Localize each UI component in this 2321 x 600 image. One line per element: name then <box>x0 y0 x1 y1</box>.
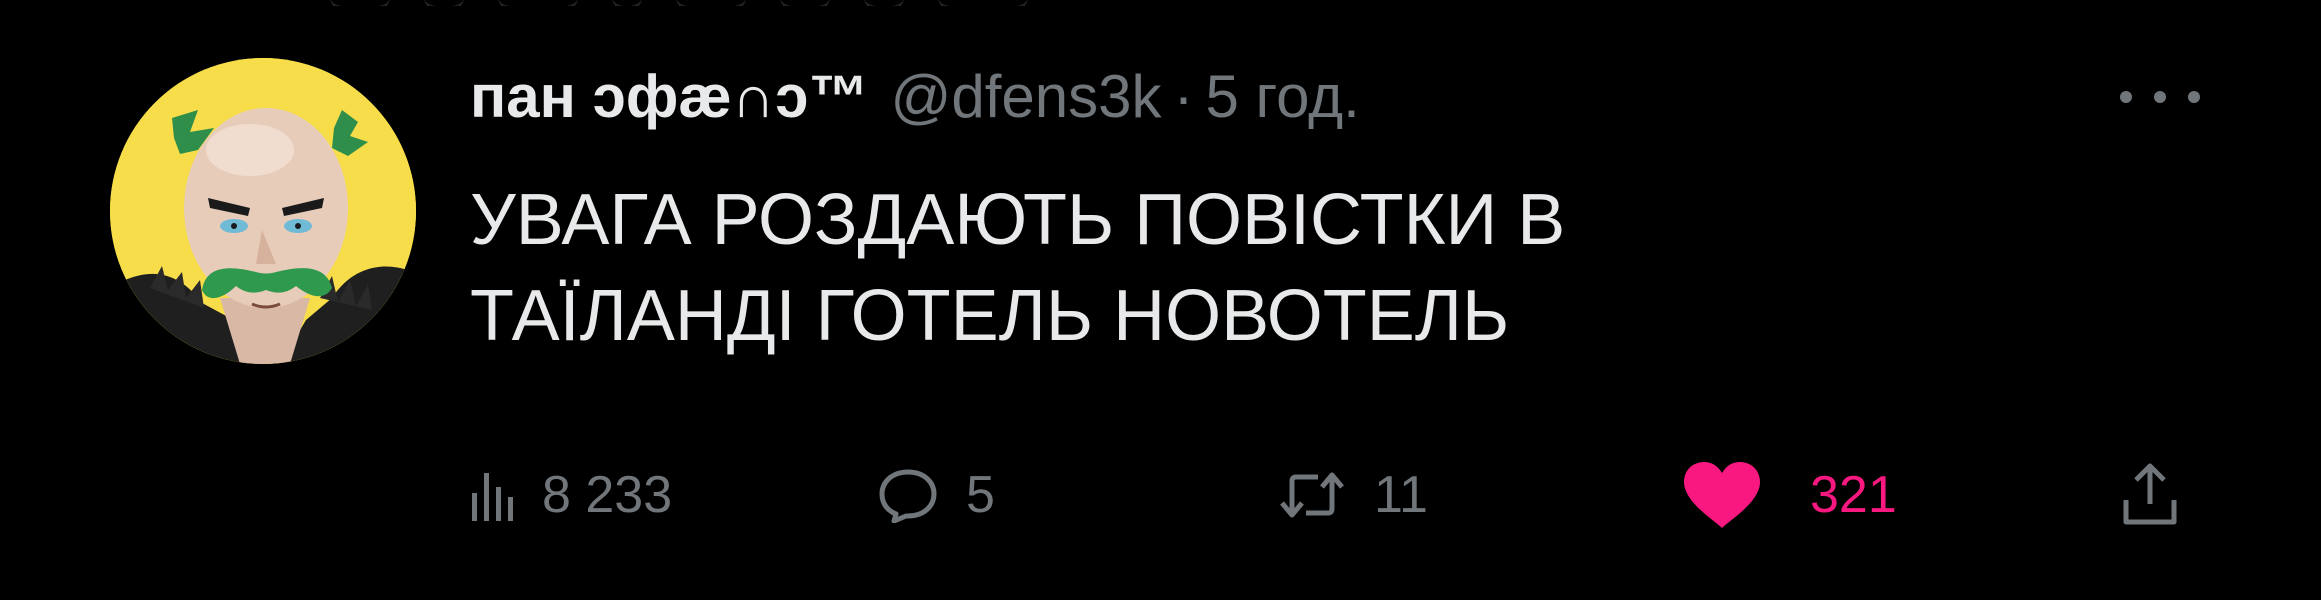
more-dots-icon <box>2188 91 2200 103</box>
avatar-illustration <box>110 58 416 364</box>
retweet-count: 11 <box>1374 466 1428 524</box>
views-button[interactable]: 8 233 <box>470 455 672 535</box>
more-options-button[interactable] <box>2120 82 2200 112</box>
author-display-name[interactable]: пан ↄфæ∩ↄ™ <box>470 62 868 132</box>
more-dots-icon <box>2154 91 2166 103</box>
reply-count: 5 <box>966 466 995 524</box>
tweet-text-line: УВАГА РОЗДАЮТЬ ПОВІСТКИ В <box>470 180 1566 260</box>
tweet-actions: 8 233 5 11 321 <box>470 455 2210 535</box>
tweet-header: пан ↄфæ∩ↄ™ @dfens3k · 5 год. <box>470 62 1360 132</box>
like-button[interactable]: 321 <box>1680 455 1897 535</box>
header-separator: · <box>1173 63 1194 130</box>
speech-bubble-icon <box>879 469 937 523</box>
share-button[interactable] <box>2120 455 2180 535</box>
share-upload-icon <box>2123 463 2177 525</box>
tweet-text: УВАГА РОЗДАЮТЬ ПОВІСТКИ В ТАЇЛАНДІ ГОТЕЛ… <box>470 172 1970 364</box>
author-handle[interactable]: @dfens3k <box>890 62 1161 132</box>
bar-chart-icon <box>472 473 513 521</box>
more-dots-icon <box>2120 91 2132 103</box>
tweet-timestamp[interactable]: 5 год. <box>1205 62 1359 132</box>
retweet-button[interactable]: 11 <box>1278 455 1428 535</box>
avatar[interactable] <box>110 58 416 364</box>
heart-filled-icon <box>1684 462 1760 528</box>
tweet-text-line: ТАЇЛАНДІ ГОТЕЛЬ НОВОТЕЛЬ <box>470 276 1510 356</box>
reply-button[interactable]: 5 <box>878 455 995 535</box>
tweet-card[interactable]: пан ↄфæ∩ↄ™ @dfens3k · 5 год. УВАГА РОЗДА… <box>0 0 2321 600</box>
retweet-icon <box>1280 472 1344 518</box>
views-count: 8 233 <box>542 466 673 524</box>
like-count: 321 <box>1810 466 1897 524</box>
